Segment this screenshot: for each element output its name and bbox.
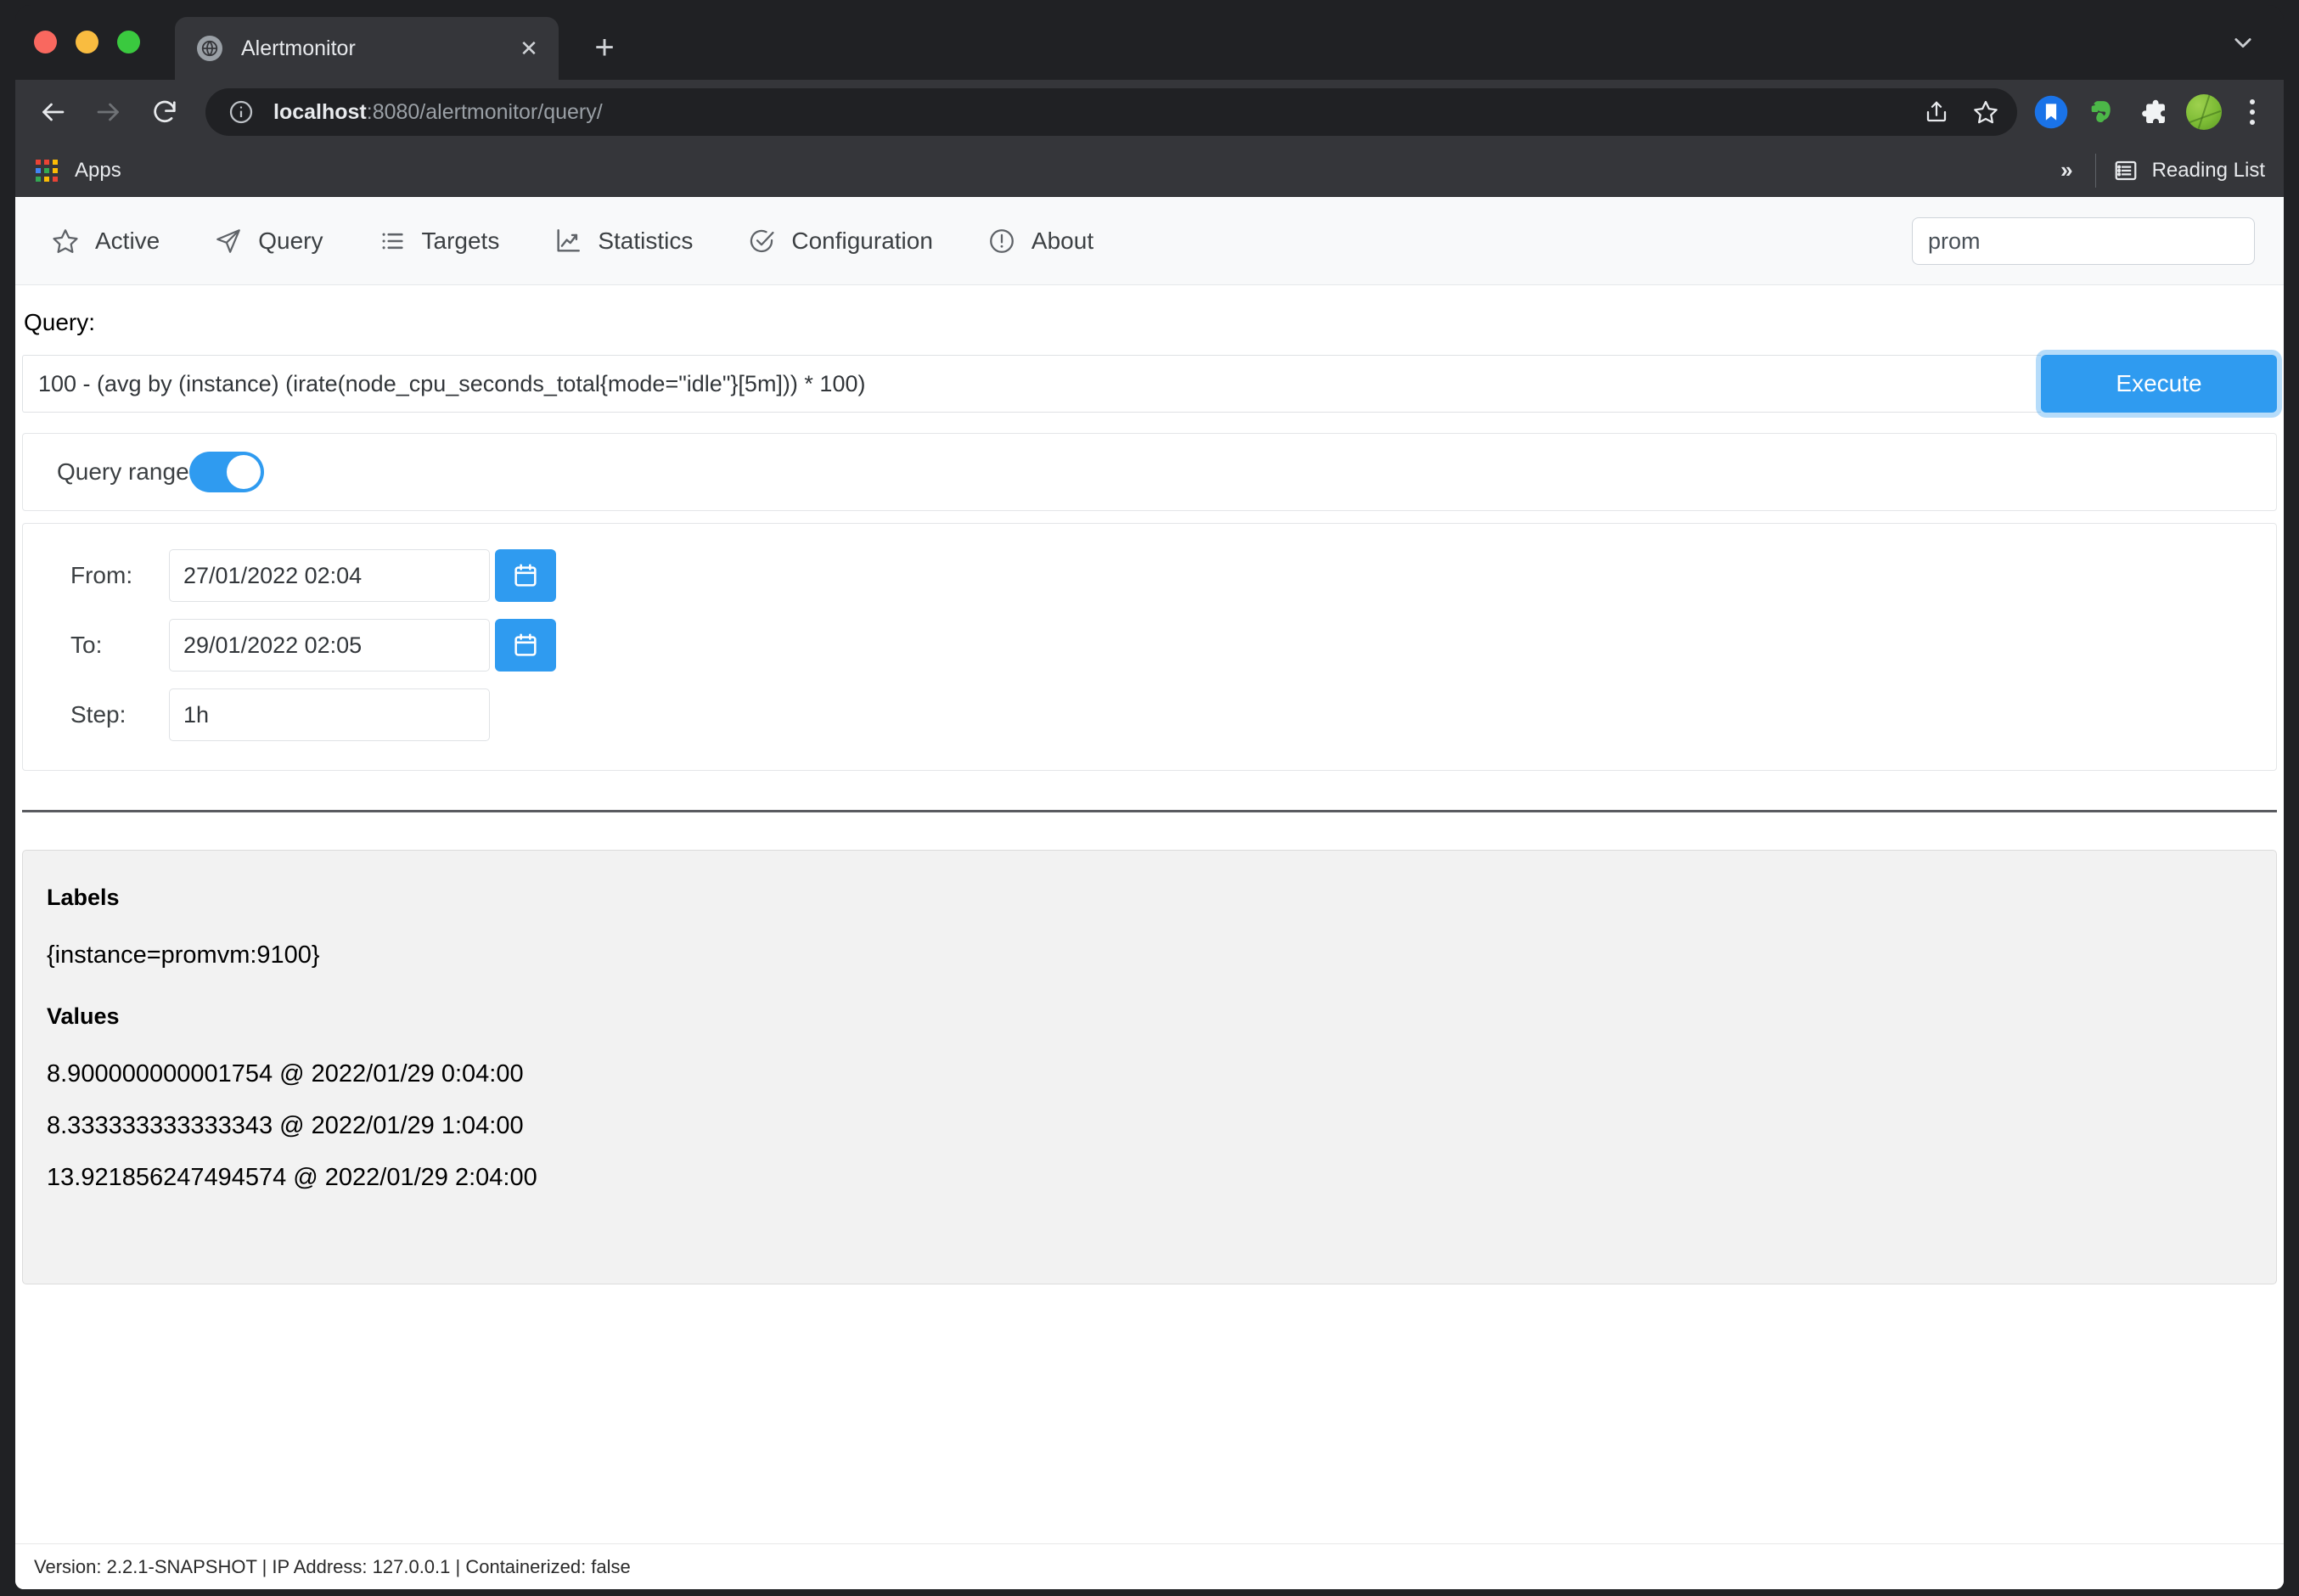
value-row: 8.900000000001754 @ 2022/01/29 0:04:00 [47,1060,524,1087]
browser-window: Alertmonitor ✕ + localhost:8080/alertmon… [15,5,2284,1589]
nav-item-statistics[interactable]: Statistics [554,227,693,256]
address-bar[interactable]: localhost:8080/alertmonitor/query/ [205,88,2017,136]
nav-item-label: Query [258,227,323,254]
page-footer: Version: 2.2.1-SNAPSHOT | IP Address: 12… [15,1543,2284,1589]
nav-item-targets[interactable]: Targets [378,227,500,256]
from-field-row: From: [23,549,2276,602]
step-label: Step: [70,701,126,728]
list-bullets-icon [378,227,407,256]
send-paper-plane-icon [214,227,243,256]
search-input[interactable] [1912,217,2255,265]
reload-button[interactable] [139,87,190,138]
reading-list-icon [2113,158,2139,183]
nav-item-query[interactable]: Query [214,227,323,256]
share-icon[interactable] [1914,89,1959,135]
maximize-window-button[interactable] [117,31,140,53]
url-host: localhost [273,99,367,124]
bookmarks-bar: Apps » Reading List [15,144,2284,197]
values-heading: Values [47,1003,120,1029]
query-range-toggle[interactable] [188,452,264,492]
globe-icon [197,36,222,61]
apps-bookmark-label[interactable]: Apps [75,159,121,183]
labels-value: {instance=promvm:9100} [47,941,320,969]
browser-toolbar: localhost:8080/alertmonitor/query/ [15,80,2284,144]
query-row: Execute [15,355,2284,413]
reading-list-label: Reading List [2151,158,2265,182]
nav-item-label: About [1031,227,1094,254]
apps-grid-icon[interactable] [36,159,58,182]
bookmarks-overflow-icon[interactable]: » [2054,157,2077,183]
nav-item-label: Statistics [598,227,694,254]
nav-item-about[interactable]: About [987,227,1093,256]
to-input[interactable] [169,619,490,672]
omnibox-actions [1914,88,2009,136]
info-circle-icon [987,227,1016,256]
nav-item-label: Targets [421,227,500,254]
url-path: :8080/alertmonitor/query/ [366,99,603,124]
to-calendar-button[interactable] [495,619,556,672]
divider [2094,153,2096,188]
kebab-menu-icon[interactable] [2233,93,2272,132]
extensions-puzzle-icon[interactable] [2131,90,2175,134]
toggle-knob [226,455,261,489]
bookmarks-bar-right: » Reading List [2054,144,2265,196]
from-calendar-button[interactable] [495,549,556,602]
extension-icons [2029,90,2284,134]
labels-heading: Labels [47,885,120,910]
forward-button[interactable] [83,87,134,138]
nav-item-label: Configuration [791,227,933,254]
to-label: To: [70,632,103,658]
footer-text: Version: 2.2.1-SNAPSHOT | IP Address: 12… [34,1555,631,1577]
star-icon[interactable] [1963,89,2009,135]
chevron-down-icon[interactable] [2226,31,2260,54]
site-info-icon[interactable] [228,98,255,126]
evernote-elephant-icon[interactable] [2080,90,2124,134]
query-input[interactable] [22,355,2041,413]
step-field-row: Step: [23,688,2276,741]
minimize-window-button[interactable] [76,31,98,53]
browser-tab[interactable]: Alertmonitor ✕ [175,17,559,80]
reading-list-button[interactable]: Reading List [2113,158,2265,183]
url-text: localhost:8080/alertmonitor/query/ [273,100,603,125]
from-input[interactable] [169,549,490,602]
nav-item-active[interactable]: Active [51,227,160,256]
star-icon [51,227,80,256]
query-range-toggle-panel: Query range [22,433,2277,511]
profile-avatar[interactable] [2182,90,2226,134]
bookmark-save-icon[interactable] [2029,90,2073,134]
nav-item-configuration[interactable]: Configuration [747,227,933,256]
from-label: From: [70,562,133,588]
close-icon[interactable]: ✕ [514,34,543,63]
to-field-row: To: [23,619,2276,672]
check-circle-icon [747,227,776,256]
tab-strip: Alertmonitor ✕ + [15,5,2284,80]
section-divider [22,810,2277,812]
close-window-button[interactable] [34,31,57,53]
value-row: 13.921856247494574 @ 2022/01/29 2:04:00 [47,1164,537,1191]
new-tab-button[interactable]: + [584,29,625,70]
query-label: Query: [24,309,96,335]
calendar-icon [512,562,539,589]
step-input[interactable] [169,688,490,741]
tab-title: Alertmonitor [241,36,356,60]
nav-item-label: Active [95,227,160,254]
results-panel: Labels {instance=promvm:9100} Values 8.9… [22,850,2277,1284]
window-traffic-lights [34,31,140,53]
execute-button[interactable]: Execute [2041,355,2277,413]
back-button[interactable] [27,87,78,138]
query-range-label: Query range [57,458,189,485]
page-content: Active Query Targets Statistics Configur… [15,197,2284,1589]
value-row: 8.333333333333343 @ 2022/01/29 1:04:00 [47,1112,524,1139]
line-chart-icon [554,227,582,256]
query-range-panel: From: To: [22,523,2277,771]
app-navbar: Active Query Targets Statistics Configur… [15,197,2284,285]
calendar-icon [512,632,539,659]
